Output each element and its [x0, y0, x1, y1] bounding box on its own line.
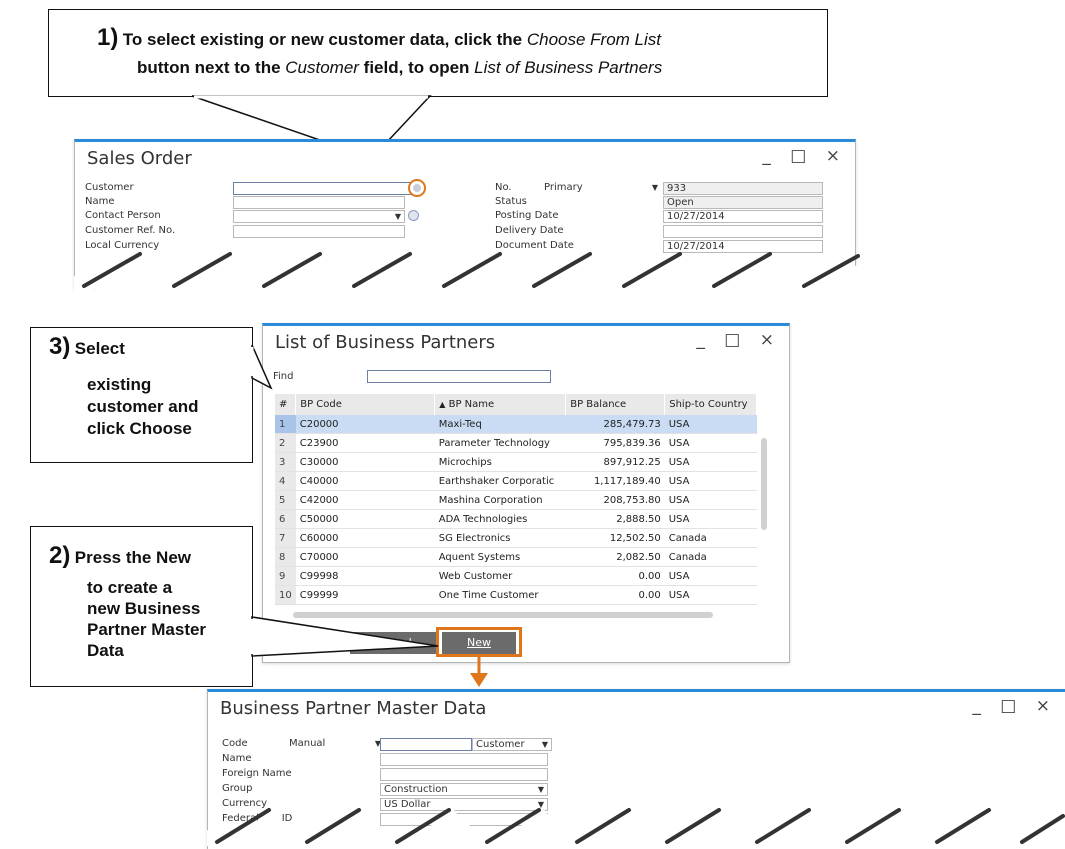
- code-label: Code: [222, 738, 248, 749]
- group-label: Group: [222, 783, 253, 794]
- group-select[interactable]: Construction: [380, 783, 548, 796]
- foreign-name-label: Foreign Name: [222, 768, 292, 779]
- name-field[interactable]: [380, 753, 548, 766]
- foreign-name-field[interactable]: [380, 768, 548, 781]
- torn-edge: [207, 808, 1065, 846]
- window-title: Business Partner Master Data: [220, 698, 487, 719]
- code-series-select[interactable]: Manual: [286, 738, 384, 751]
- code-field[interactable]: [380, 738, 472, 751]
- bp-type-select[interactable]: Customer: [472, 738, 552, 751]
- name-label: Name: [222, 753, 252, 764]
- window-controls[interactable]: _ □ ×: [972, 696, 1057, 716]
